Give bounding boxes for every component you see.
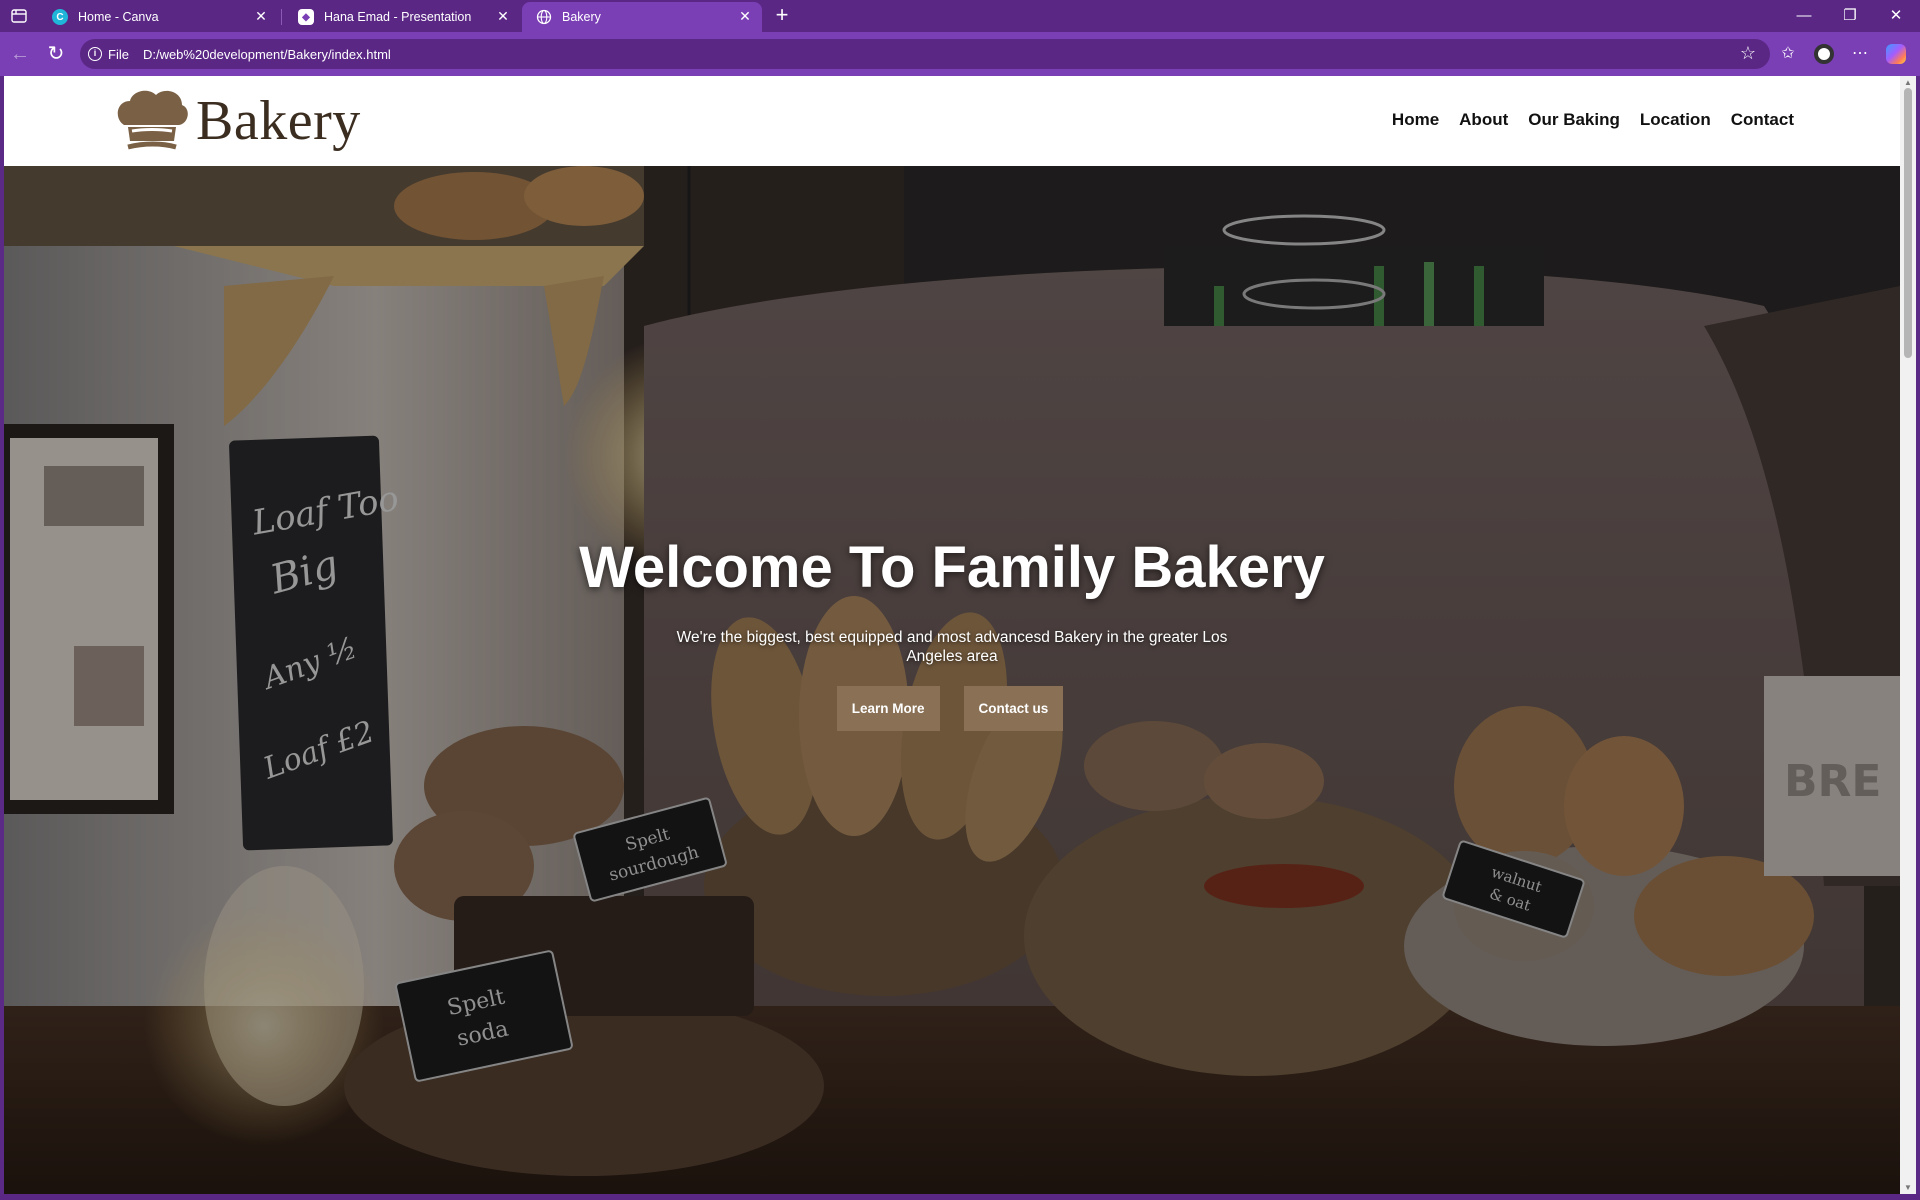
nav-about[interactable]: About	[1459, 110, 1508, 130]
close-window-button[interactable]: ✕	[1884, 4, 1908, 28]
profile-icon[interactable]	[1812, 42, 1836, 66]
tab-title: Home - Canva	[78, 10, 159, 24]
address-url[interactable]: D:/web%20development/Bakery/index.html	[143, 47, 391, 62]
tab-home-canva[interactable]: C Home - Canva ✕	[38, 2, 278, 32]
address-scheme: File	[108, 46, 129, 62]
logo-text: Bakery	[196, 90, 361, 152]
browser-toolbar: ← ↻ i File D:/web%20development/Bakery/i…	[0, 32, 1920, 76]
canva-presentation-icon: ◆	[298, 9, 314, 25]
address-bar[interactable]: i File D:/web%20development/Bakery/index…	[80, 39, 1770, 69]
page-scrollbar[interactable]: ▲ ▼	[1900, 76, 1916, 1194]
globe-icon	[536, 9, 552, 25]
close-tab-icon[interactable]: ✕	[496, 9, 510, 23]
favorites-icon[interactable]: ✩	[1776, 42, 1800, 66]
tab-separator	[281, 9, 282, 25]
site-header: Bakery Home About Our Baking Location Co…	[4, 76, 1900, 166]
hero-content: Welcome To Family Bakery We're the bigge…	[4, 166, 1900, 1194]
hero-section: Loaf Too Big Any ½ Loaf £2 Spelt sourdou…	[4, 166, 1900, 1194]
tab-presentation[interactable]: ◆ Hana Emad - Presentation ✕	[284, 2, 520, 32]
restore-button[interactable]: ❐	[1838, 4, 1862, 28]
tab-title: Hana Emad - Presentation	[324, 10, 472, 24]
more-options-icon[interactable]: ⋯	[1848, 42, 1872, 66]
nav-location[interactable]: Location	[1640, 110, 1711, 130]
page-viewport: Bakery Home About Our Baking Location Co…	[4, 76, 1900, 1194]
chef-hat-icon	[117, 90, 188, 150]
learn-more-button[interactable]: Learn More	[836, 686, 940, 731]
canva-icon: C	[52, 9, 68, 25]
nav-contact[interactable]: Contact	[1731, 110, 1794, 130]
nav-home[interactable]: Home	[1392, 110, 1439, 130]
main-nav: Home About Our Baking Location Contact	[1392, 110, 1794, 130]
window-bottom-border	[0, 1194, 1920, 1200]
scroll-up-icon[interactable]: ▲	[1903, 78, 1913, 87]
hero-subtitle: We're the biggest, best equipped and mos…	[676, 629, 1228, 665]
browser-tab-strip: C Home - Canva ✕ ◆ Hana Emad - Presentat…	[0, 0, 1920, 32]
scroll-thumb[interactable]	[1904, 88, 1912, 358]
hero-title: Welcome To Family Bakery	[579, 535, 1325, 600]
close-tab-icon[interactable]: ✕	[254, 9, 268, 23]
tab-actions-icon[interactable]	[10, 7, 28, 25]
site-logo[interactable]: Bakery	[114, 86, 361, 156]
nav-our-baking[interactable]: Our Baking	[1528, 110, 1620, 130]
contact-us-button[interactable]: Contact us	[963, 686, 1064, 731]
minimize-button[interactable]: —	[1792, 4, 1816, 28]
close-tab-icon[interactable]: ✕	[738, 9, 752, 23]
scroll-down-icon[interactable]: ▼	[1903, 1183, 1913, 1192]
reload-button[interactable]: ↻	[44, 42, 68, 66]
info-icon[interactable]: i	[88, 47, 102, 61]
back-button[interactable]: ←	[8, 42, 32, 66]
favorite-star-icon[interactable]: ☆	[1740, 43, 1756, 64]
copilot-icon[interactable]	[1884, 42, 1908, 66]
tab-bakery[interactable]: Bakery ✕	[522, 2, 762, 32]
tab-title: Bakery	[562, 10, 601, 24]
new-tab-button[interactable]: +	[770, 4, 794, 28]
hero-buttons: Learn More Contact us	[4, 686, 1900, 731]
